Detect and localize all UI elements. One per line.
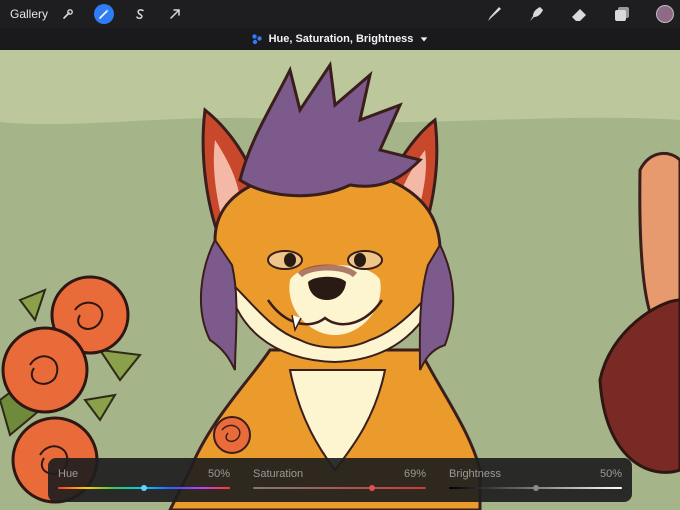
brightness-slider[interactable]: Brightness 50% (449, 458, 622, 502)
saturation-track[interactable] (253, 487, 426, 489)
saturation-knob[interactable] (369, 485, 376, 491)
hue-label: Hue (58, 468, 79, 480)
adjustment-title: Hue, Saturation, Brightness (268, 33, 414, 45)
smudge-icon[interactable] (525, 3, 547, 25)
hsb-slider-panel: Hue 50% Saturation 69% Brightness 50% (48, 458, 632, 502)
hue-value: 50% (207, 468, 230, 480)
magic-wand-icon[interactable] (94, 4, 114, 24)
color-swatch-button[interactable] (656, 5, 674, 23)
hue-knob[interactable] (141, 485, 147, 491)
chevron-down-icon (421, 37, 428, 42)
eraser-icon[interactable] (568, 3, 590, 25)
wrench-icon[interactable] (58, 4, 78, 24)
top-toolbar: Gallery (0, 0, 680, 28)
brightness-knob[interactable] (532, 485, 539, 491)
adjustment-titlebar: Hue, Saturation, Brightness (0, 28, 680, 50)
layers-icon[interactable] (611, 3, 633, 25)
brightness-value: 50% (599, 468, 622, 480)
transform-arrow-icon[interactable] (165, 4, 185, 24)
hue-slider[interactable]: Hue 50% (58, 458, 230, 502)
brightness-label: Brightness (449, 468, 501, 480)
gallery-button[interactable]: Gallery (10, 7, 48, 21)
hsb-dots-icon (251, 34, 262, 45)
fox-character (168, 60, 482, 510)
drawing-canvas[interactable] (0, 50, 680, 510)
saturation-label: Saturation (253, 468, 304, 480)
adjustment-mode-menu[interactable]: Hue, Saturation, Brightness (251, 33, 430, 45)
saturation-value: 69% (403, 468, 426, 480)
brush-icon[interactable] (483, 3, 505, 25)
selection-s-icon[interactable] (130, 4, 150, 24)
saturation-slider[interactable]: Saturation 69% (253, 458, 426, 502)
artwork (0, 50, 680, 510)
